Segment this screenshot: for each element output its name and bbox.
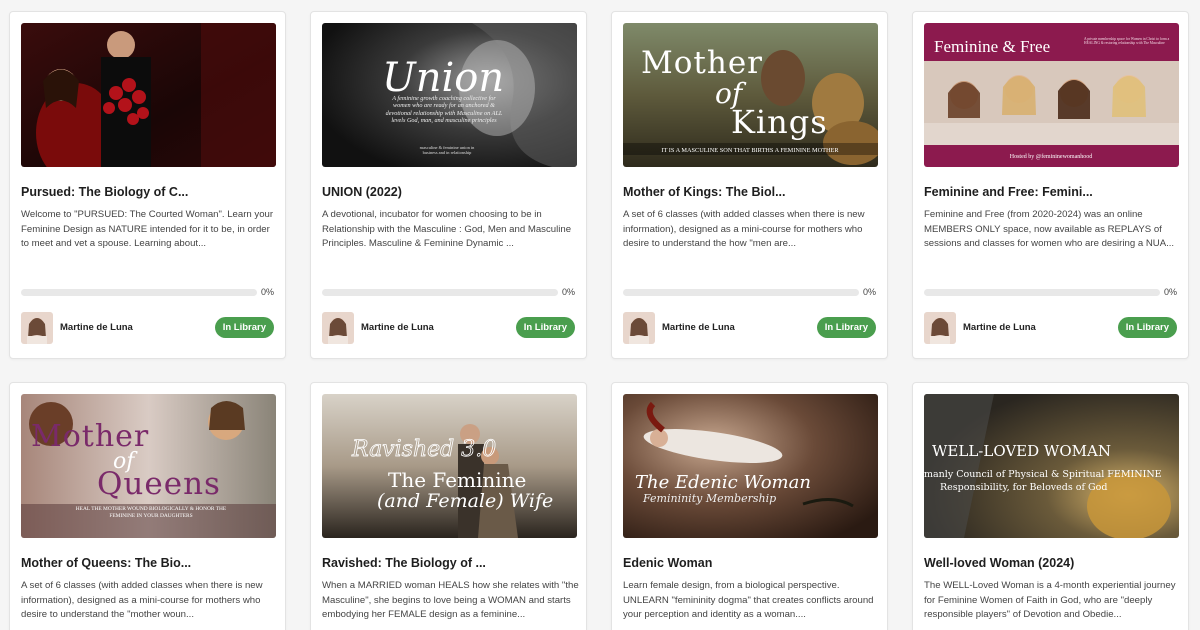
course-title[interactable]: Edenic Woman [623, 556, 878, 570]
in-library-button[interactable]: In Library [1117, 317, 1177, 338]
author-name: Martine de Luna [662, 322, 735, 333]
progress-percent: 0% [260, 287, 274, 297]
reclining-woman-photo: The Edenic Woman Femininity Membership [623, 394, 878, 538]
overlay-title: Feminine & Free [934, 37, 1050, 56]
author-avatar [623, 312, 655, 344]
course-title[interactable]: Mother of Queens: The Bio... [21, 556, 276, 570]
course-description: Welcome to "PURSUED: The Courted Woman".… [21, 209, 274, 249]
course-card[interactable]: Mother of Queens HEAL THE MOTHER WOUND B… [9, 382, 286, 630]
overlay-footer: masculine & feminine union in business a… [419, 145, 475, 156]
author-avatar [322, 312, 354, 344]
course-description: A set of 6 classes (with added classes w… [21, 580, 263, 620]
course-title[interactable]: Feminine and Free: Femini... [924, 185, 1179, 199]
progress-percent: 0% [862, 287, 876, 297]
overlay-title: WELL-LOVED WOMAN [932, 442, 1111, 460]
course-title[interactable]: Pursued: The Biology of C... [21, 185, 276, 199]
course-card[interactable]: Ravished 3.0 The Feminine (and Female) W… [310, 382, 587, 630]
course-description: A devotional, incubator for women choosi… [322, 209, 572, 249]
overlay-footer: HEAL THE MOTHER WOUND BIOLOGICALLY & HON… [75, 506, 227, 519]
overlay-footer: IT IS A MASCULINE SON THAT BIRTHS A FEMI… [661, 147, 839, 154]
couple-roses-photo [21, 23, 276, 167]
course-description: When a MARRIED woman HEALS how she relat… [322, 580, 579, 620]
in-library-button[interactable]: In Library [214, 317, 274, 338]
mothers-daughters-photo: Mother of Queens HEAL THE MOTHER WOUND B… [21, 394, 276, 538]
mother-child-lions-photo: Mother of Kings IT IS A MASCULINE SON TH… [623, 23, 878, 167]
overlay-title: Mother [641, 45, 763, 81]
course-title[interactable]: Ravished: The Biology of ... [322, 556, 577, 570]
overlay-script: Ravished 3.0 [351, 437, 496, 462]
overlay-subtitle: manly Council of Physical & Spiritual FE… [924, 469, 1162, 480]
course-thumbnail[interactable] [21, 23, 276, 167]
course-thumbnail[interactable]: Union A feminine growth coaching collect… [322, 23, 577, 167]
progress-bar [21, 289, 257, 296]
course-title[interactable]: Mother of Kings: The Biol... [623, 185, 878, 199]
course-thumbnail[interactable]: Feminine & Free A private membership spa… [924, 23, 1179, 167]
progress-percent: 0% [1163, 287, 1177, 297]
course-card[interactable]: WELL-LOVED WOMAN manly Council of Physic… [912, 382, 1189, 630]
progress-bar [322, 289, 558, 296]
overlay-subtitle: A feminine growth coaching collective fo… [385, 95, 503, 125]
course-thumbnail[interactable]: WELL-LOVED WOMAN manly Council of Physic… [924, 394, 1179, 538]
course-card[interactable]: Union A feminine growth coaching collect… [310, 11, 587, 359]
author-avatar [21, 312, 53, 344]
course-description: Feminine and Free (from 2020-2024) was a… [924, 209, 1175, 249]
embrace-photo: Union A feminine growth coaching collect… [322, 23, 577, 167]
overlay-title: Femininity Membership [642, 492, 776, 505]
overlay-footer: Hosted by @femininewomanhood [1010, 153, 1093, 160]
overlay-title2: Kings [731, 103, 828, 141]
course-grid: Pursued: The Biology of C... Welcome to … [0, 0, 1200, 630]
course-thumbnail[interactable]: Ravished 3.0 The Feminine (and Female) W… [322, 394, 577, 538]
author-avatar [924, 312, 956, 344]
overlay-subtitle2: Responsibility, for Beloveds of God [940, 482, 1107, 493]
couple-sunset-photo: Ravished 3.0 The Feminine (and Female) W… [322, 394, 577, 538]
course-card[interactable]: Mother of Kings IT IS A MASCULINE SON TH… [611, 11, 888, 359]
author-name: Martine de Luna [963, 322, 1036, 333]
course-description: Learn female design, from a biological p… [623, 580, 874, 620]
course-thumbnail[interactable]: The Edenic Woman Femininity Membership [623, 394, 878, 538]
overlay-script: The Edenic Woman [635, 472, 811, 493]
overlay-title2: (and Female) Wife [377, 490, 553, 512]
course-card[interactable]: Pursued: The Biology of C... Welcome to … [9, 11, 286, 359]
course-title[interactable]: UNION (2022) [322, 185, 577, 199]
author-name: Martine de Luna [60, 322, 133, 333]
overlay-subtitle: A private membership space for Women in … [1084, 37, 1170, 46]
course-description: The WELL-Loved Woman is a 4-month experi… [924, 580, 1176, 620]
gold-vessel-photo: WELL-LOVED WOMAN manly Council of Physic… [924, 394, 1179, 538]
in-library-button[interactable]: In Library [515, 317, 575, 338]
course-description: A set of 6 classes (with added classes w… [623, 209, 865, 249]
course-thumbnail[interactable]: Mother of Queens HEAL THE MOTHER WOUND B… [21, 394, 276, 538]
course-thumbnail[interactable]: Mother of Kings IT IS A MASCULINE SON TH… [623, 23, 878, 167]
in-library-button[interactable]: In Library [816, 317, 876, 338]
course-card[interactable]: The Edenic Woman Femininity Membership E… [611, 382, 888, 630]
course-title[interactable]: Well-loved Woman (2024) [924, 556, 1179, 570]
author-name: Martine de Luna [361, 322, 434, 333]
progress-bar [623, 289, 859, 296]
women-group-photo: Feminine & Free A private membership spa… [924, 23, 1179, 167]
progress-bar [924, 289, 1160, 296]
overlay-title: The Feminine [388, 468, 526, 492]
overlay-title2: Queens [97, 466, 221, 502]
course-card[interactable]: Feminine & Free A private membership spa… [912, 11, 1189, 359]
progress-percent: 0% [561, 287, 575, 297]
